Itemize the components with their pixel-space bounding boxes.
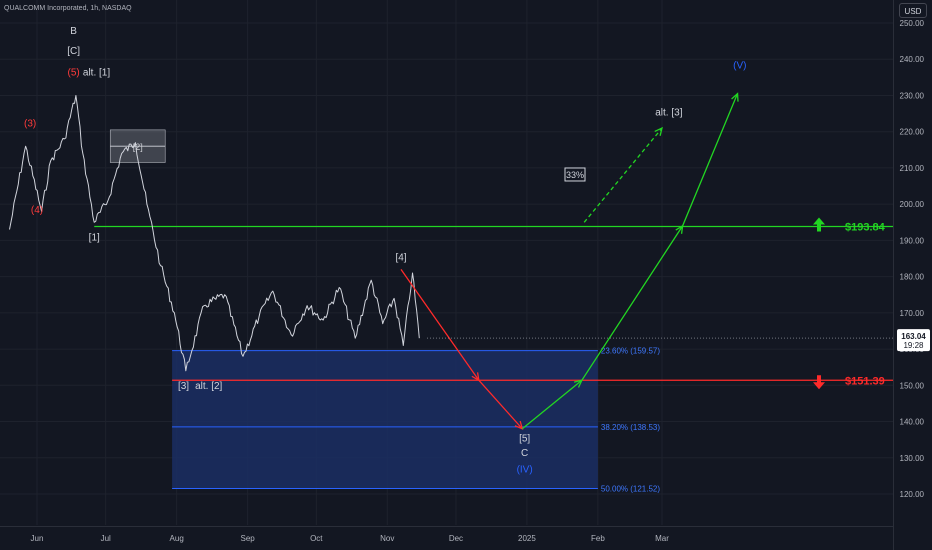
time-tick-label: Feb	[591, 534, 605, 543]
wave-label: (IV)	[517, 464, 533, 475]
wave-label: alt. [1]	[83, 68, 110, 79]
price-series-line	[9, 95, 420, 372]
projection-path-green	[583, 127, 663, 223]
time-tick-label: Jul	[101, 534, 111, 543]
currency-button[interactable]: USD	[899, 3, 927, 18]
price-tick-label: 120.00	[900, 490, 925, 499]
price-tick-label: 220.00	[900, 128, 925, 137]
countdown-label: 19:28	[903, 341, 924, 350]
wave-label: [1]	[89, 232, 100, 243]
chart-title: QUALCOMM Incorporated, 1h, NASDAQ	[4, 5, 132, 12]
time-tick-label: Jun	[31, 534, 44, 543]
up-arrow-icon	[813, 217, 825, 232]
time-tick-label: Aug	[170, 534, 184, 543]
price-tick-label: 170.00	[900, 309, 925, 318]
level-label: $193.84	[845, 221, 886, 233]
wave-label: C	[521, 448, 528, 459]
time-tick-label: Mar	[655, 534, 669, 543]
level-label: $151.39	[845, 375, 885, 387]
time-tick-label: Oct	[310, 534, 323, 543]
time-tick-label: Sep	[241, 534, 256, 543]
price-tick-label: 190.00	[900, 236, 925, 245]
wave-label: (5)	[68, 68, 80, 79]
fib-level-label: 50.00% (121.52)	[601, 484, 660, 493]
wave-label: B	[70, 26, 77, 37]
time-tick-label: Dec	[449, 534, 463, 543]
price-tick-label: 140.00	[900, 418, 925, 427]
wave-label: (3)	[24, 118, 36, 129]
price-tick-label: 230.00	[900, 91, 925, 100]
current-price-label: 163.04	[901, 332, 926, 341]
wave-label: alt. [3]	[655, 107, 682, 118]
price-tick-label: 210.00	[900, 164, 925, 173]
wave-label: alt. [2]	[195, 381, 222, 392]
fib-level-label: 23.60% (159.57)	[601, 347, 660, 356]
wave-label: [3]	[178, 381, 189, 392]
wave-label: (4)	[31, 205, 43, 216]
wave-label: (V)	[733, 60, 746, 71]
price-tick-label: 180.00	[900, 273, 925, 282]
wave-label: [C]	[67, 46, 80, 57]
time-tick-label: 2025	[518, 534, 536, 543]
wave-label: [5]	[519, 433, 530, 444]
price-chart[interactable]: 23.60% (159.57) 38.20% (138.53) 50.00% (12…	[0, 0, 932, 550]
price-tick-label: 200.00	[900, 200, 925, 209]
wave-label: [4]	[395, 252, 406, 263]
price-tick-label: 150.00	[900, 381, 925, 390]
price-tick-label: 240.00	[900, 55, 925, 64]
price-tick-label: 130.00	[900, 454, 925, 463]
price-tick-label: 250.00	[900, 19, 925, 28]
down-arrow-icon	[813, 375, 825, 390]
projection-arrowhead	[675, 224, 684, 234]
fib-level-label: 38.20% (138.53)	[601, 423, 660, 432]
probability-label: 33%	[566, 170, 584, 180]
time-tick-label: Nov	[380, 534, 394, 543]
chart-background: 23.60% (159.57) 38.20% (138.53) 50.00% (12…	[0, 0, 932, 550]
